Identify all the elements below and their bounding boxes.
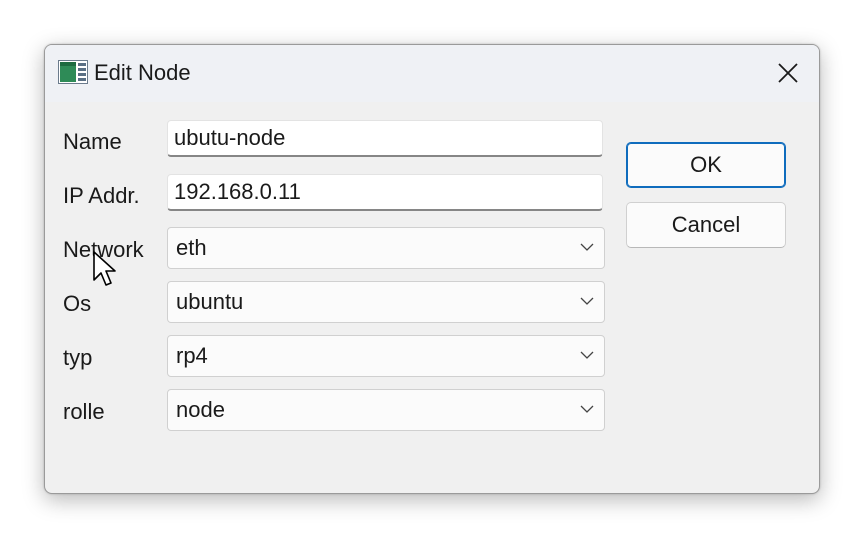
close-icon [778,63,798,83]
typ-label: typ [63,345,93,370]
network-select[interactable]: eth [167,227,605,269]
title-bar: Edit Node [45,45,819,102]
chevron-down-icon [580,243,594,251]
chevron-down-icon [580,297,594,305]
network-label: Network [63,237,144,262]
name-label: Name [63,129,122,154]
rolle-select-value: node [176,397,225,422]
edit-node-dialog: Edit Node Name ubutu-node IP Addr. 192.1… [44,44,820,494]
typ-select-value: rp4 [176,343,208,368]
rolle-select[interactable]: node [167,389,605,431]
window-app-icon [58,60,88,84]
ip-address-label: IP Addr. [63,183,140,208]
typ-select[interactable]: rp4 [167,335,605,377]
chevron-down-icon [580,405,594,413]
ok-button[interactable]: OK [626,142,786,188]
os-label: Os [63,291,92,316]
ip-address-input[interactable]: 192.168.0.11 [167,174,603,211]
os-select[interactable]: ubuntu [167,281,605,323]
network-select-value: eth [176,235,207,260]
name-input[interactable]: ubutu-node [167,120,603,157]
close-button[interactable] [757,45,819,101]
chevron-down-icon [580,351,594,359]
cancel-button[interactable]: Cancel [626,202,786,248]
os-select-value: ubuntu [176,289,244,314]
dialog-title: Edit Node [94,60,191,85]
rolle-label: rolle [63,399,105,424]
